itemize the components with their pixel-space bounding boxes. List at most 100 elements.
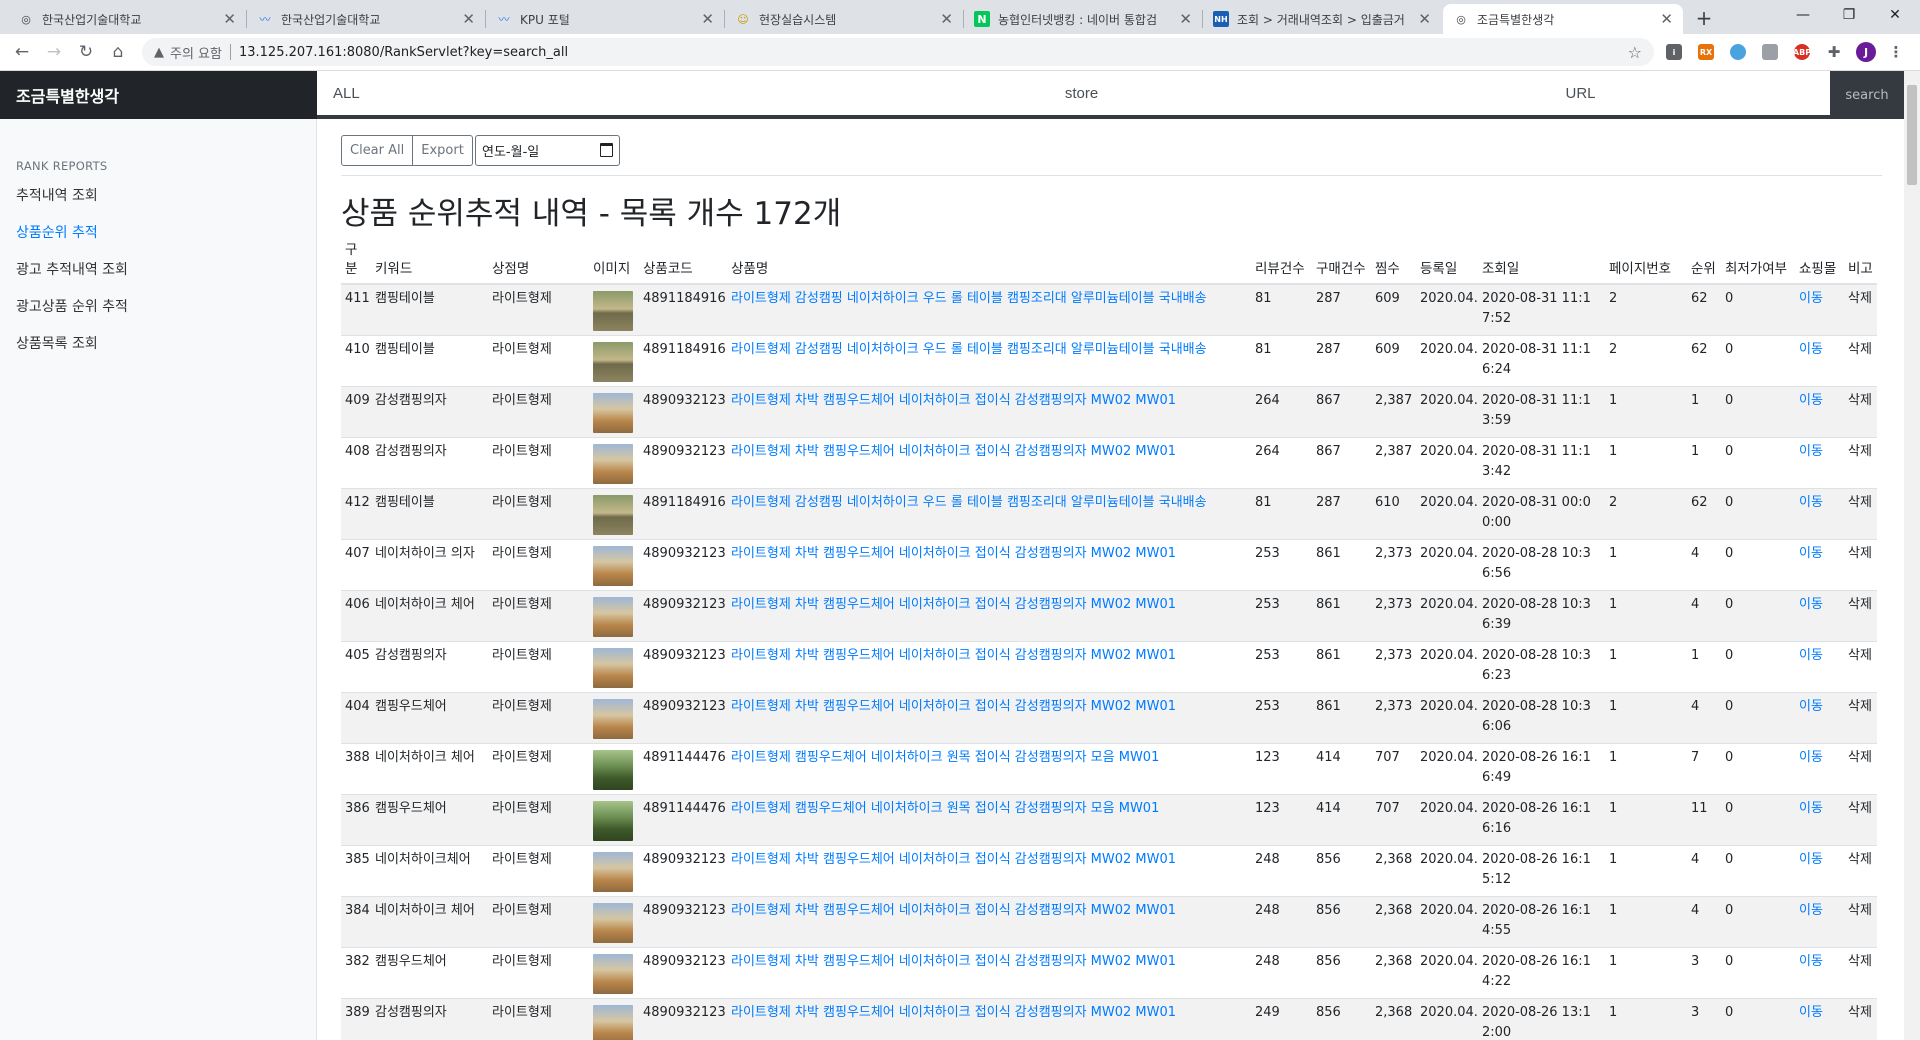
browser-tab[interactable]: 〰 KPU 포털 ✕ <box>486 4 724 34</box>
delete-link[interactable]: 삭제 <box>1844 946 1877 998</box>
product-thumbnail[interactable] <box>593 341 633 382</box>
menu-kebab-icon[interactable]: ⋮ <box>1888 43 1904 61</box>
shopping-mall-link[interactable]: 이동 <box>1795 997 1844 1040</box>
delete-link[interactable]: 삭제 <box>1844 436 1877 488</box>
delete-link[interactable]: 삭제 <box>1844 844 1877 896</box>
product-name-link[interactable]: 라이트형제 차박 캠핑우드체어 네이처하이크 접이식 감성캠핑의자 MW02 M… <box>727 691 1251 743</box>
browser-tab[interactable]: NH 조회 > 거래내역조회 > 입출금거 ✕ <box>1203 4 1441 34</box>
export-button[interactable]: Export <box>413 135 473 166</box>
sidebar-item-ad-product-rank[interactable]: 광고상품 순위 추적 <box>16 296 128 316</box>
product-name-link[interactable]: 라이트형제 캠핑우드체어 네이처하이크 원목 접이식 감성캠핑의자 모음 MW0… <box>727 793 1251 845</box>
sidebar-item-product-rank[interactable]: 상품순위 추적 <box>16 222 98 242</box>
bookmark-star-icon[interactable]: ☆ <box>1628 43 1642 62</box>
close-icon[interactable]: ✕ <box>1660 10 1673 28</box>
shopping-mall-link[interactable]: 이동 <box>1795 283 1844 335</box>
shopping-mall-link[interactable]: 이동 <box>1795 589 1844 641</box>
product-name-link[interactable]: 라이트형제 감성캠핑 네이처하이크 우드 롤 테이블 캠핑조리대 알루미늄테이블… <box>727 487 1251 539</box>
forward-button[interactable]: → <box>40 38 68 66</box>
product-thumbnail[interactable] <box>593 596 633 637</box>
shopping-mall-link[interactable]: 이동 <box>1795 946 1844 998</box>
delete-link[interactable]: 삭제 <box>1844 742 1877 794</box>
search-url-input[interactable] <box>1331 71 1830 115</box>
product-name-link[interactable]: 라이트형제 감성캠핑 네이처하이크 우드 롤 테이블 캠핑조리대 알루미늄테이블… <box>727 334 1251 386</box>
product-name-link[interactable]: 라이트형제 감성캠핑 네이처하이크 우드 롤 테이블 캠핑조리대 알루미늄테이블… <box>727 283 1251 335</box>
product-thumbnail[interactable] <box>593 291 633 331</box>
product-name-link[interactable]: 라이트형제 차박 캠핑우드체어 네이처하이크 접이식 감성캠핑의자 MW02 M… <box>727 997 1251 1040</box>
shopping-mall-link[interactable]: 이동 <box>1795 691 1844 743</box>
home-icon[interactable]: ⌂ <box>104 38 132 66</box>
delete-link[interactable]: 삭제 <box>1844 997 1877 1040</box>
delete-link[interactable]: 삭제 <box>1844 640 1877 692</box>
extension-icon[interactable]: i <box>1666 44 1682 60</box>
delete-link[interactable]: 삭제 <box>1844 385 1877 437</box>
avatar[interactable]: J <box>1856 42 1876 62</box>
delete-link[interactable]: 삭제 <box>1844 334 1877 386</box>
product-thumbnail[interactable] <box>593 902 633 943</box>
shopping-mall-link[interactable]: 이동 <box>1795 895 1844 947</box>
extension-rx-icon[interactable]: RX <box>1698 44 1714 60</box>
product-thumbnail[interactable] <box>593 1004 633 1040</box>
shopping-mall-link[interactable]: 이동 <box>1795 742 1844 794</box>
date-input[interactable]: 연도-월-일 <box>475 135 620 166</box>
close-icon[interactable]: ✕ <box>223 10 236 28</box>
delete-link[interactable]: 삭제 <box>1844 691 1877 743</box>
product-name-link[interactable]: 라이트형제 차박 캠핑우드체어 네이처하이크 접이식 감성캠핑의자 MW02 M… <box>727 538 1251 590</box>
browser-tab[interactable]: ☺ 현장실습시스템 ✕ <box>725 4 963 34</box>
product-name-link[interactable]: 라이트형제 캠핑우드체어 네이처하이크 원목 접이식 감성캠핑의자 모음 MW0… <box>727 742 1251 794</box>
restore-button[interactable]: ❐ <box>1826 0 1872 30</box>
page-scrollbar[interactable] <box>1904 71 1920 1040</box>
product-thumbnail[interactable] <box>593 494 633 535</box>
product-name-link[interactable]: 라이트형제 차박 캠핑우드체어 네이처하이크 접이식 감성캠핑의자 MW02 M… <box>727 844 1251 896</box>
product-thumbnail[interactable] <box>593 545 633 586</box>
product-thumbnail[interactable] <box>593 800 633 841</box>
window-close-button[interactable]: ✕ <box>1872 0 1918 30</box>
sidebar-item-product-list[interactable]: 상품목록 조회 <box>16 333 98 353</box>
delete-link[interactable]: 삭제 <box>1844 538 1877 590</box>
delete-link[interactable]: 삭제 <box>1844 283 1877 335</box>
sidebar-item-ad-tracking-history[interactable]: 광고 추적내역 조회 <box>16 259 128 279</box>
browser-tab-active[interactable]: ◎ 조금특별한생각 ✕ <box>1443 4 1683 34</box>
search-store-input[interactable] <box>832 71 1331 115</box>
delete-link[interactable]: 삭제 <box>1844 487 1877 539</box>
product-name-link[interactable]: 라이트형제 차박 캠핑우드체어 네이처하이크 접이식 감성캠핑의자 MW02 M… <box>727 436 1251 488</box>
product-name-link[interactable]: 라이트형제 차박 캠핑우드체어 네이처하이크 접이식 감성캠핑의자 MW02 M… <box>727 385 1251 437</box>
product-thumbnail[interactable] <box>593 443 633 484</box>
product-thumbnail[interactable] <box>593 392 633 433</box>
clear-all-button[interactable]: Clear All <box>341 135 414 166</box>
product-name-link[interactable]: 라이트형제 차박 캠핑우드체어 네이처하이크 접이식 감성캠핑의자 MW02 M… <box>727 895 1251 947</box>
scrollbar-thumb[interactable] <box>1907 85 1917 185</box>
screenshot-icon[interactable] <box>1762 44 1778 60</box>
product-thumbnail[interactable] <box>593 749 633 790</box>
adblock-icon[interactable]: ABP <box>1793 44 1811 60</box>
shopping-mall-link[interactable]: 이동 <box>1795 487 1844 539</box>
puzzle-icon[interactable]: ✚ <box>1826 43 1842 61</box>
product-thumbnail[interactable] <box>593 851 633 892</box>
shopping-mall-link[interactable]: 이동 <box>1795 640 1844 692</box>
product-name-link[interactable]: 라이트형제 차박 캠핑우드체어 네이처하이크 접이식 감성캠핑의자 MW02 M… <box>727 946 1251 998</box>
new-tab-button[interactable]: + <box>1690 4 1718 32</box>
product-name-link[interactable]: 라이트형제 차박 캠핑우드체어 네이처하이크 접이식 감성캠핑의자 MW02 M… <box>727 589 1251 641</box>
shopping-mall-link[interactable]: 이동 <box>1795 334 1844 386</box>
calendar-icon[interactable] <box>600 143 613 157</box>
shopping-mall-link[interactable]: 이동 <box>1795 793 1844 845</box>
product-thumbnail[interactable] <box>593 698 633 739</box>
sidebar-item-tracking-history[interactable]: 추적내역 조회 <box>16 185 98 205</box>
product-name-link[interactable]: 라이트형제 차박 캠핑우드체어 네이처하이크 접이식 감성캠핑의자 MW02 M… <box>727 640 1251 692</box>
search-button[interactable]: search <box>1830 71 1904 119</box>
close-icon[interactable]: ✕ <box>1179 10 1192 28</box>
reload-button[interactable]: ↻ <box>72 38 100 66</box>
delete-link[interactable]: 삭제 <box>1844 895 1877 947</box>
shopping-mall-link[interactable]: 이동 <box>1795 538 1844 590</box>
product-thumbnail[interactable] <box>593 953 633 994</box>
shopping-mall-link[interactable]: 이동 <box>1795 385 1844 437</box>
close-icon[interactable]: ✕ <box>1418 10 1431 28</box>
brand-logo[interactable]: 조금특별한생각 <box>0 71 317 119</box>
browser-tab[interactable]: N 농협인터넷뱅킹 : 네이버 통합검 ✕ <box>964 4 1202 34</box>
close-icon[interactable]: ✕ <box>462 10 475 28</box>
delete-link[interactable]: 삭제 <box>1844 793 1877 845</box>
delete-link[interactable]: 삭제 <box>1844 589 1877 641</box>
browser-tab[interactable]: 〰 한국산업기술대학교 ✕ <box>247 4 485 34</box>
close-icon[interactable]: ✕ <box>701 10 714 28</box>
shopping-mall-link[interactable]: 이동 <box>1795 844 1844 896</box>
browser-tab[interactable]: ◎ 한국산업기술대학교 ✕ <box>8 4 246 34</box>
